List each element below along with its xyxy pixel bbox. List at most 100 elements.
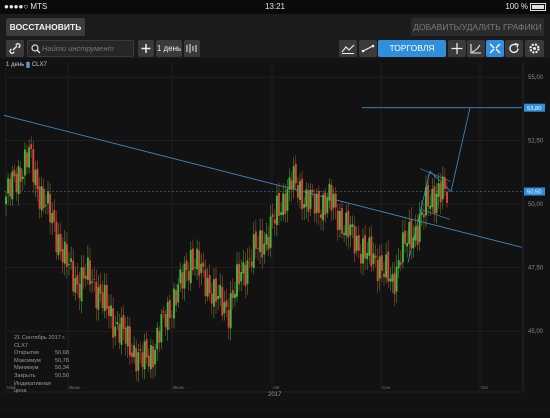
y-tick-label: 45,00 — [528, 329, 544, 335]
candle-body — [68, 263, 70, 265]
x-tick-label: Июнь — [69, 385, 81, 390]
candle-body — [372, 253, 375, 264]
trend-tool-button[interactable] — [467, 40, 485, 57]
candle-body — [160, 314, 163, 343]
ohlc-info-panel: 21 Сентябрь 2017 г. CLX7 Открытие 50,68 М… — [14, 335, 69, 396]
candle-body — [357, 235, 360, 251]
candle-body — [200, 263, 203, 273]
candle-body — [349, 224, 352, 236]
candle-body — [59, 233, 62, 252]
candle-body — [185, 260, 188, 270]
candle-body — [80, 267, 83, 302]
y-tick-label: 50,00 — [528, 202, 544, 208]
candle-body — [441, 176, 444, 200]
x-tick-label: Июль — [173, 385, 185, 390]
info-label: Закрыть — [14, 372, 36, 379]
candle-body — [336, 210, 339, 231]
candle-body — [433, 186, 436, 214]
candle-body — [84, 275, 87, 279]
info-label: Индикативная цена — [14, 380, 51, 395]
candle-body — [345, 212, 348, 236]
candle-body — [227, 309, 230, 328]
price-axis: 55,0052,5050,0047,5045,00Май Июнь Июль Авг С… — [4, 62, 545, 398]
candle-body — [265, 234, 268, 245]
candle-body — [422, 214, 425, 218]
candle-body — [296, 185, 299, 198]
candle-body — [259, 230, 262, 252]
plus-icon — [141, 44, 151, 53]
candle-body — [168, 299, 171, 318]
crosshair-button[interactable] — [448, 40, 466, 57]
candle-body — [332, 193, 335, 208]
candle-body — [231, 290, 234, 299]
candle-body — [198, 250, 201, 276]
candle-body — [206, 278, 209, 297]
candle-body — [286, 188, 289, 211]
search-input[interactable] — [42, 42, 130, 55]
candle-body — [368, 237, 371, 256]
candle-body — [9, 179, 12, 197]
candle-body — [76, 275, 79, 285]
candle-body — [284, 193, 287, 214]
restore-button[interactable]: ВОССТАНОВИТЬ — [6, 18, 85, 36]
add-instrument-button[interactable] — [138, 40, 154, 57]
refresh-button[interactable] — [505, 40, 523, 57]
candle-body — [112, 308, 115, 338]
candle-body — [292, 166, 295, 189]
candle-body — [124, 327, 127, 344]
candle-body — [114, 326, 117, 337]
candle-body — [166, 301, 169, 330]
candle-body — [429, 205, 432, 209]
candle-body — [410, 219, 413, 249]
candle-body — [196, 248, 199, 270]
candle-body — [282, 193, 285, 216]
link-button[interactable] — [6, 40, 24, 57]
candle-body — [366, 252, 369, 260]
candle-body — [378, 256, 381, 279]
candle-body — [154, 349, 157, 365]
candle-body — [15, 173, 18, 192]
candle-body — [141, 352, 144, 368]
chart-area[interactable]: 55,00 52,50 50,00 47,50 45,00 Май Июнь Июль Авг С… — [0, 58, 550, 413]
candle-body — [391, 274, 394, 282]
candle-body — [164, 314, 167, 328]
candle-body — [395, 266, 398, 292]
candle-body — [309, 189, 312, 209]
candle-body — [215, 278, 217, 302]
candle-body — [55, 221, 58, 253]
candle-body — [380, 255, 383, 271]
candle-body — [275, 195, 278, 226]
candles — [5, 136, 448, 383]
price-chart[interactable]: 55,0052,5050,0047,5045,00Май Июнь Июль Авг С… — [0, 58, 550, 413]
timeframe-select[interactable]: 1 день — [156, 40, 182, 57]
indicators-button[interactable] — [339, 40, 357, 57]
candle-body — [32, 149, 35, 183]
candle-body — [305, 189, 308, 207]
candle-body — [101, 292, 104, 309]
candle-body — [269, 216, 272, 248]
instrument-search[interactable] — [27, 40, 134, 57]
battery-icon — [530, 2, 546, 11]
candle-body — [93, 279, 96, 280]
candle-body — [412, 237, 415, 249]
settings-button[interactable] — [525, 40, 544, 57]
candle-body — [23, 149, 26, 176]
candle-body — [210, 293, 213, 304]
candle-body — [301, 178, 304, 210]
draw-line-button[interactable] — [359, 40, 377, 57]
candle-body — [97, 287, 100, 310]
candle-body — [204, 269, 207, 297]
candle-body — [212, 279, 215, 307]
chart-type-button[interactable] — [184, 40, 200, 57]
clock-label: 13:21 — [264, 2, 286, 11]
candle-body — [158, 330, 161, 343]
fullscreen-button[interactable] — [486, 40, 504, 57]
candle-body — [397, 260, 400, 269]
add-remove-charts-button[interactable]: ДОБАВИТЬ/УДАЛИТЬ ГРАФИКИ — [411, 18, 544, 36]
trade-button[interactable]: ТОРГОВЛЯ — [378, 40, 446, 57]
candle-body — [13, 170, 16, 177]
candle-body — [236, 264, 238, 297]
candle-body — [42, 188, 45, 208]
candle-body — [95, 281, 98, 309]
candle-body — [149, 345, 152, 370]
